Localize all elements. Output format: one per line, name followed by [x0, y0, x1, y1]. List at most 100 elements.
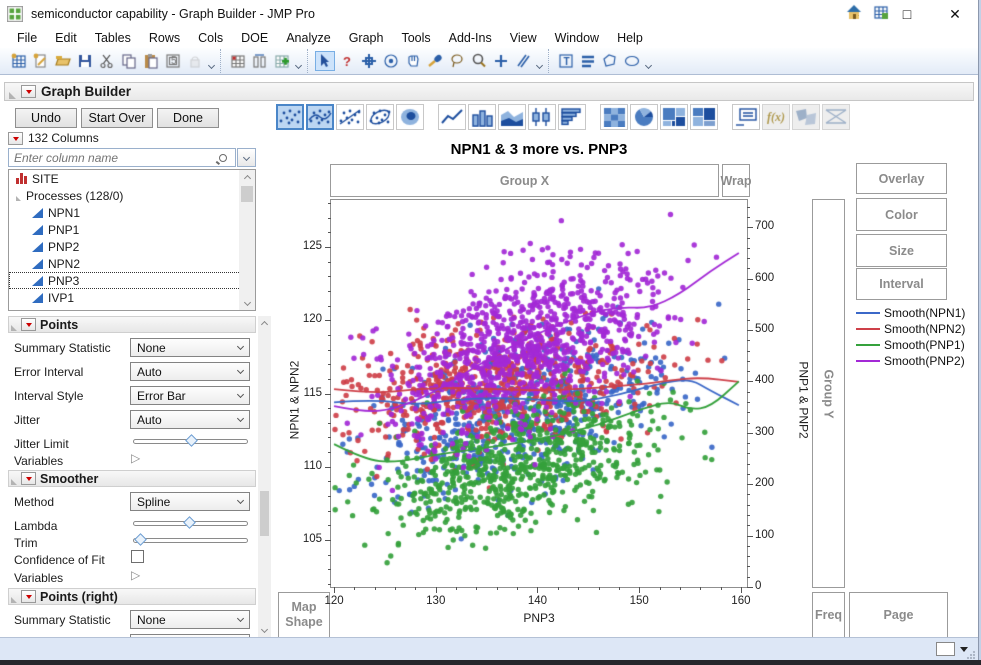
menu-cols[interactable]: Cols: [189, 29, 232, 47]
done-button[interactable]: Done: [157, 108, 219, 128]
dropdown-error-interval[interactable]: Auto: [130, 362, 250, 381]
columns-list-scrollbar[interactable]: [239, 170, 255, 310]
copy-icon[interactable]: [119, 51, 139, 71]
help-tool-icon[interactable]: [337, 51, 357, 71]
red-triangle-menu-icon[interactable]: [21, 590, 36, 603]
menu-addins[interactable]: Add-Ins: [440, 29, 501, 47]
scroll-up-icon[interactable]: [239, 170, 255, 184]
group-y-zone[interactable]: Group Y: [812, 199, 845, 588]
smoother-element-icon[interactable]: [306, 104, 334, 130]
dropdown-interval-style[interactable]: Error Bar: [130, 386, 250, 405]
menu-file[interactable]: File: [8, 29, 46, 47]
window-grid-icon[interactable]: [872, 3, 890, 20]
histogram-element-icon[interactable]: [558, 104, 586, 130]
treemap-element-icon[interactable]: [660, 104, 688, 130]
menu-tools[interactable]: Tools: [392, 29, 439, 47]
column-item-site[interactable]: SITE: [9, 170, 255, 187]
area-element-icon[interactable]: [498, 104, 526, 130]
legend-item[interactable]: Smooth(PNP1): [856, 338, 965, 352]
polygon-annotate-icon[interactable]: [600, 51, 620, 71]
column-item-ivp1[interactable]: IVP1: [9, 289, 255, 306]
close-button[interactable]: ✕: [932, 0, 978, 28]
dropdown-jitter[interactable]: Auto: [130, 410, 250, 429]
columns-red-triangle-icon[interactable]: [8, 132, 23, 145]
legend-item[interactable]: Smooth(PNP2): [856, 354, 965, 368]
grabber-tool-icon[interactable]: [403, 51, 423, 71]
freq-zone[interactable]: Freq: [812, 592, 845, 638]
toolbar-overflow-icon[interactable]: [293, 51, 303, 71]
red-triangle-menu-icon[interactable]: [21, 85, 36, 98]
maximize-button[interactable]: □: [884, 0, 930, 28]
disclosure-triangle-icon[interactable]: ▷: [131, 451, 140, 465]
menu-help[interactable]: Help: [608, 29, 652, 47]
search-filter-dropdown[interactable]: [237, 148, 256, 167]
magnifier-tool-icon[interactable]: [469, 51, 489, 71]
save-icon[interactable]: [75, 51, 95, 71]
lasso-tool-icon[interactable]: [447, 51, 467, 71]
line-element-icon[interactable]: [438, 104, 466, 130]
slider-thumb[interactable]: [183, 516, 196, 529]
group-expander-icon[interactable]: [16, 191, 21, 201]
red-triangle-menu-icon[interactable]: [21, 318, 36, 331]
column-item-npn1[interactable]: NPN1: [9, 204, 255, 221]
column-item-pnp3[interactable]: PNP3: [9, 272, 255, 289]
target-tool-icon[interactable]: [381, 51, 401, 71]
disclosure-triangle-icon[interactable]: ▷: [131, 568, 140, 582]
mosaic-element-icon[interactable]: [690, 104, 718, 130]
column-item-pnp2[interactable]: PNP2: [9, 238, 255, 255]
contour-element-icon[interactable]: [396, 104, 424, 130]
crosshair-tool-icon[interactable]: [359, 51, 379, 71]
text-annotate-icon[interactable]: [556, 51, 576, 71]
column-item-processes1280[interactable]: Processes (128/0): [9, 187, 255, 204]
dropdown-summary-statistic[interactable]: None: [130, 610, 250, 629]
oval-annotate-icon[interactable]: [622, 51, 642, 71]
toolbar-overflow-icon[interactable]: [206, 51, 216, 71]
columns-viewer-icon[interactable]: [250, 51, 270, 71]
color-zone[interactable]: Color: [856, 198, 947, 231]
dropdown-method[interactable]: Spline: [130, 492, 250, 511]
menu-view[interactable]: View: [501, 29, 546, 47]
lines-annotate-icon[interactable]: [578, 51, 598, 71]
cut-icon[interactable]: [97, 51, 117, 71]
color-swatch[interactable]: [936, 642, 955, 656]
home-icon[interactable]: [845, 3, 863, 20]
toolbar-overflow-icon[interactable]: [643, 51, 653, 71]
overlay-zone[interactable]: Overlay: [856, 163, 947, 194]
toolbar-overflow-icon[interactable]: [534, 51, 544, 71]
slider-thumb[interactable]: [134, 533, 147, 546]
data-table-icon[interactable]: [228, 51, 248, 71]
journal-icon[interactable]: [163, 51, 183, 71]
slider-thumb[interactable]: [185, 434, 198, 447]
bar-element-icon[interactable]: [468, 104, 496, 130]
heatmap-element-icon[interactable]: [600, 104, 628, 130]
slider-trim[interactable]: [133, 533, 248, 548]
ellipse-element-icon[interactable]: [366, 104, 394, 130]
panel-header-smoother[interactable]: Smoother: [8, 470, 256, 487]
arrow-tool-icon[interactable]: [315, 51, 335, 71]
panel-header-points[interactable]: Points: [8, 316, 256, 333]
size-zone[interactable]: Size: [856, 234, 947, 267]
column-item-pnp1[interactable]: PNP1: [9, 221, 255, 238]
checkbox-confidence-of-fit[interactable]: [131, 550, 144, 563]
menu-graph[interactable]: Graph: [340, 29, 393, 47]
menu-window[interactable]: Window: [546, 29, 608, 47]
pie-element-icon[interactable]: [630, 104, 658, 130]
collapse-triangle-icon[interactable]: [11, 473, 17, 485]
scroll-up-icon[interactable]: [258, 316, 271, 330]
group-x-zone[interactable]: Group X: [330, 164, 719, 197]
pen-tool-icon[interactable]: [513, 51, 533, 71]
line-of-fit-element-icon[interactable]: [336, 104, 364, 130]
brush-tool-icon[interactable]: [425, 51, 445, 71]
collapse-triangle-icon[interactable]: [11, 319, 17, 331]
add-graph-icon[interactable]: [272, 51, 292, 71]
red-triangle-menu-icon[interactable]: [21, 472, 36, 485]
panel-scrollbar[interactable]: [258, 316, 271, 637]
menu-edit[interactable]: Edit: [46, 29, 86, 47]
plus-tool-icon[interactable]: [491, 51, 511, 71]
new-data-table-icon[interactable]: [9, 51, 29, 71]
dropdown-summary-statistic[interactable]: None: [130, 338, 250, 357]
slider-jitter-limit[interactable]: [133, 434, 248, 449]
column-search-input[interactable]: [9, 150, 219, 166]
legend-item[interactable]: Smooth(NPN2): [856, 322, 965, 336]
column-item-npn2[interactable]: NPN2: [9, 255, 255, 272]
